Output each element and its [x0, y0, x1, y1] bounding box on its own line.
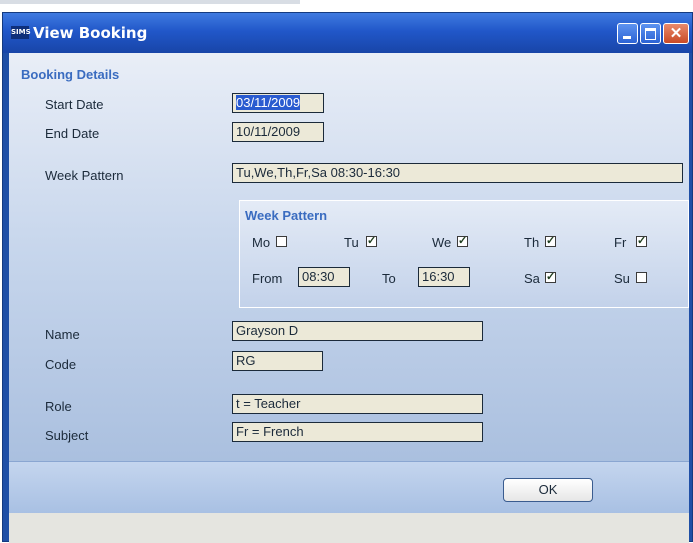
view-booking-window: SIMS View Booking ✕ Booking Details Star…: [2, 12, 693, 543]
role-field[interactable]: t = Teacher: [232, 394, 483, 414]
maximize-icon[interactable]: [640, 23, 661, 44]
day-label-mo: Mo: [252, 235, 271, 250]
from-label: From: [252, 271, 283, 286]
background-strip: [0, 0, 300, 4]
title-bar[interactable]: SIMS View Booking ✕: [3, 13, 692, 53]
code-label: Code: [45, 357, 77, 372]
button-bar: OK: [9, 461, 689, 514]
checkbox-su[interactable]: [636, 272, 647, 283]
end-date-label: End Date: [45, 126, 100, 141]
minimize-icon[interactable]: [617, 23, 638, 44]
day-label-su: Su: [614, 271, 630, 286]
dialog-body: Booking Details Start Date 03/11/2009 En…: [9, 53, 689, 543]
name-label: Name: [45, 327, 80, 342]
subject-field[interactable]: Fr = French: [232, 422, 483, 442]
checkbox-tu[interactable]: [366, 234, 377, 247]
checkbox-we[interactable]: [457, 234, 468, 247]
close-icon[interactable]: ✕: [663, 23, 689, 44]
end-date-field[interactable]: 10/11/2009: [232, 122, 324, 142]
booking-details-group-title: Booking Details: [21, 67, 120, 82]
status-bar: [9, 513, 689, 543]
day-label-we: We: [432, 235, 452, 250]
checkbox-mo[interactable]: [276, 236, 287, 247]
week-pattern-label: Week Pattern: [45, 168, 124, 183]
code-field[interactable]: RG: [232, 351, 323, 371]
subject-label: Subject: [45, 428, 89, 443]
to-time-field[interactable]: 16:30: [418, 267, 470, 287]
checkbox-sa[interactable]: [545, 270, 556, 283]
to-label: To: [382, 271, 396, 286]
ok-button[interactable]: OK: [503, 478, 593, 502]
day-label-th: Th: [524, 235, 540, 250]
start-date-field[interactable]: 03/11/2009: [232, 93, 324, 113]
checkbox-fr[interactable]: [636, 234, 647, 247]
name-field[interactable]: Grayson D: [232, 321, 483, 341]
week-pattern-box-title: Week Pattern: [245, 208, 328, 223]
start-date-label: Start Date: [45, 97, 104, 112]
role-label: Role: [45, 399, 72, 414]
day-label-sa: Sa: [524, 271, 540, 286]
week-pattern-field[interactable]: Tu,We,Th,Fr,Sa 08:30-16:30: [232, 163, 683, 183]
sims-app-icon: SIMS: [11, 26, 31, 39]
day-label-tu: Tu: [344, 235, 359, 250]
from-time-field[interactable]: 08:30: [298, 267, 350, 287]
window-title: View Booking: [33, 24, 148, 42]
day-label-fr: Fr: [614, 235, 627, 250]
week-pattern-box: Week Pattern Mo Tu We Th Fr From 08:30 T…: [239, 200, 689, 308]
checkbox-th[interactable]: [545, 234, 556, 247]
